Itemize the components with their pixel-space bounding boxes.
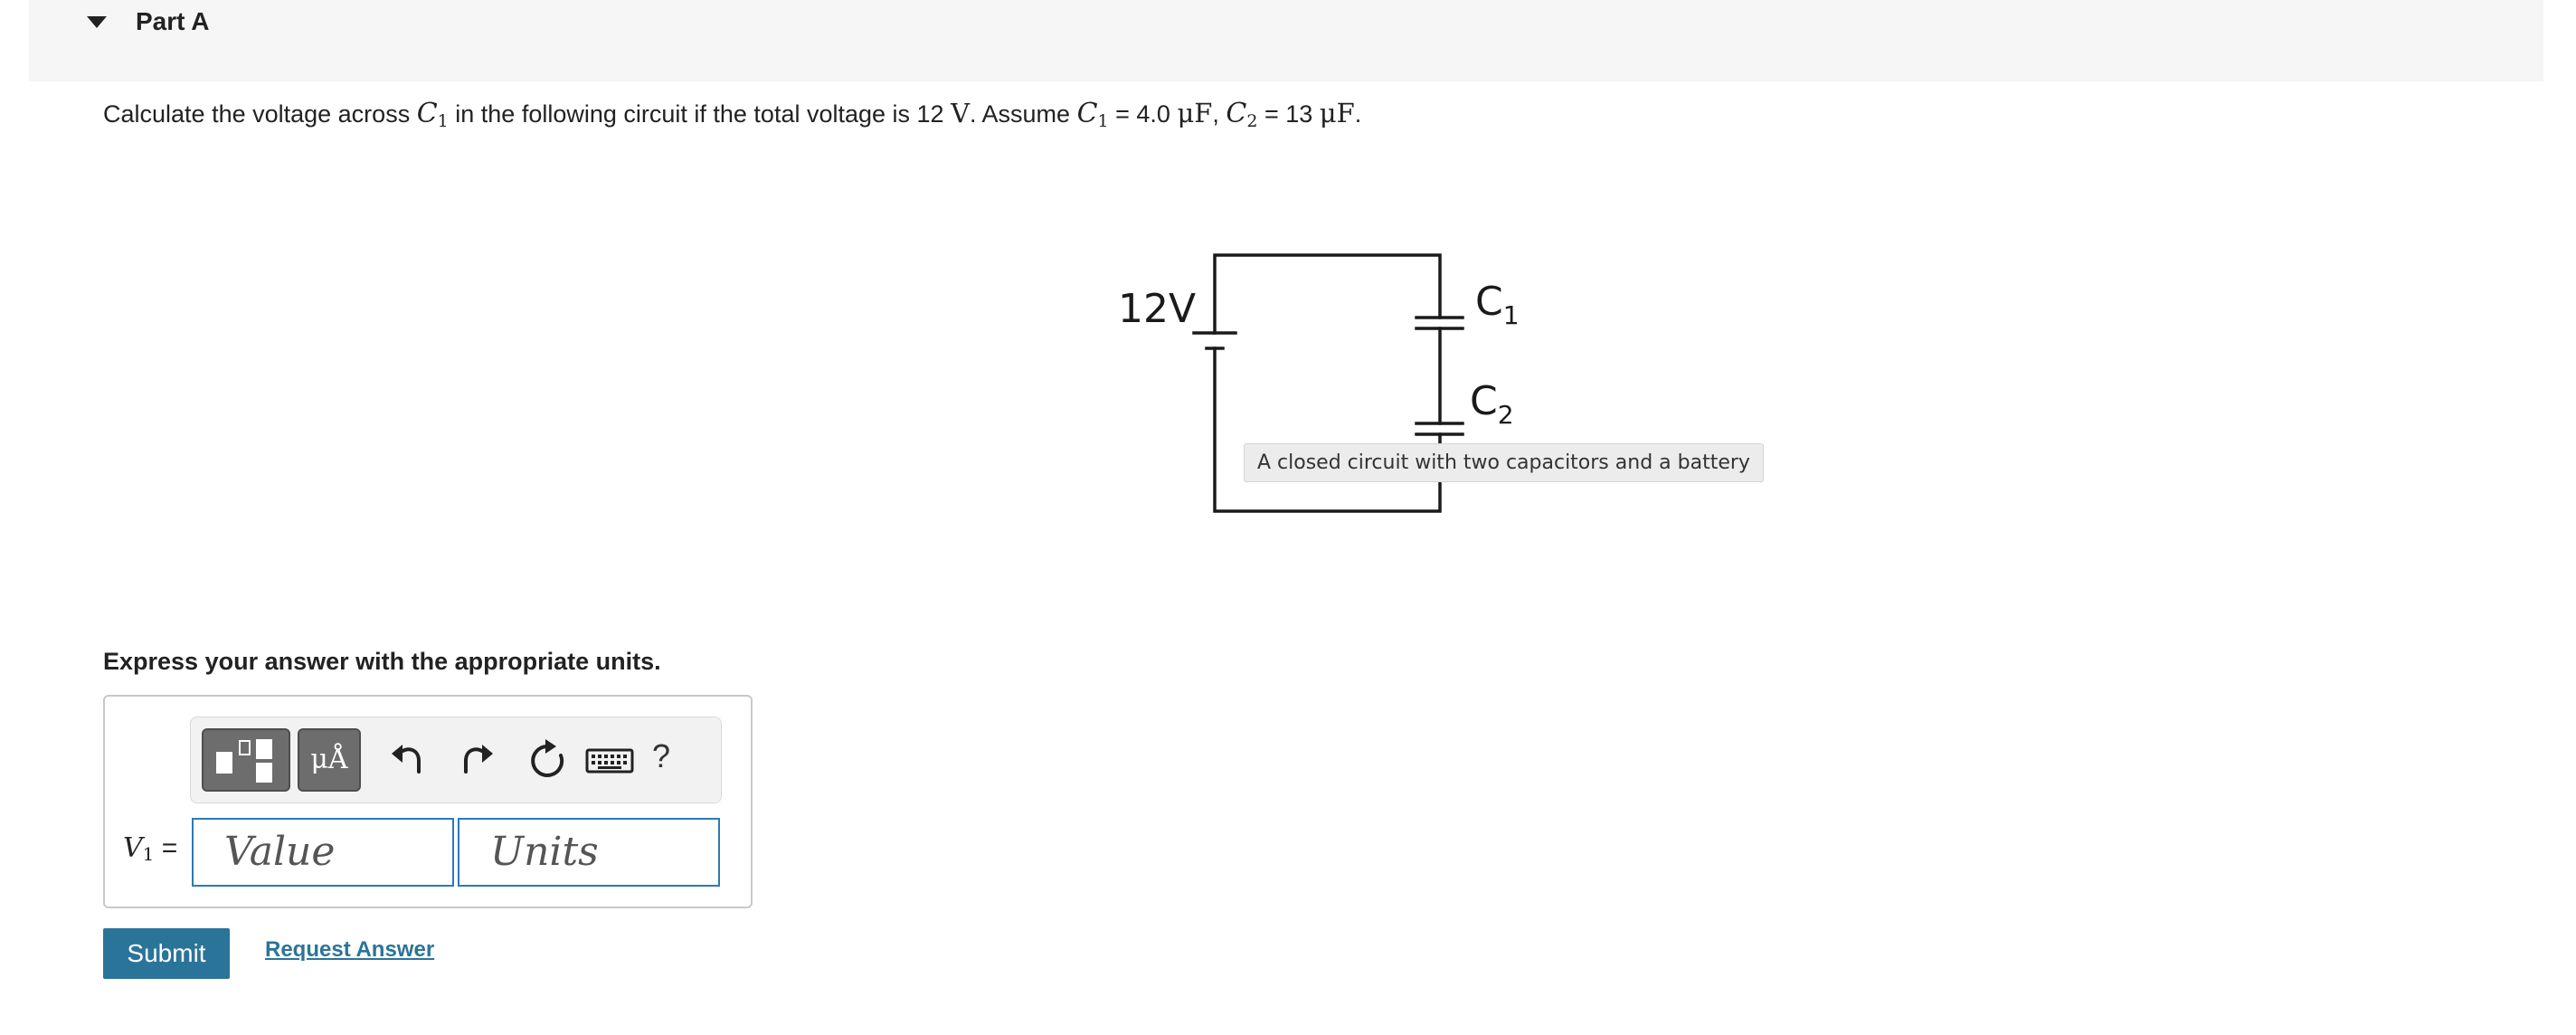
units-button[interactable]: μÅ bbox=[298, 728, 361, 792]
battery-label: 12V bbox=[1118, 286, 1197, 332]
uf-unit-1: μF bbox=[1177, 98, 1213, 128]
c2-label: C2 bbox=[1470, 378, 1514, 430]
circuit-figure: 12V C1 C2 A closed circuit with two capa… bbox=[1067, 217, 1773, 543]
undo-icon[interactable] bbox=[383, 736, 433, 786]
keyboard-icon[interactable] bbox=[582, 736, 638, 786]
page: Part A Calculate the voltage across C1 i… bbox=[0, 0, 2576, 1035]
circuit-diagram bbox=[1192, 253, 1464, 513]
c1-label: C1 bbox=[1475, 279, 1520, 330]
question-comma: , bbox=[1212, 100, 1226, 128]
value-input[interactable]: Value bbox=[192, 818, 454, 887]
reset-icon[interactable] bbox=[522, 736, 573, 786]
uf-unit-2: μF bbox=[1319, 98, 1355, 128]
question-text: Calculate the voltage across C1 in the f… bbox=[103, 98, 1361, 131]
volt-unit: V bbox=[951, 98, 971, 128]
question-assume: . Assume bbox=[970, 100, 1077, 128]
redo-icon[interactable] bbox=[451, 736, 502, 786]
question-prefix: Calculate the voltage across bbox=[103, 100, 417, 128]
wire-top bbox=[1213, 253, 1442, 335]
units-input[interactable]: Units bbox=[458, 818, 720, 887]
part-header[interactable]: Part A bbox=[29, 0, 2543, 81]
request-answer-link[interactable]: Request Answer bbox=[265, 937, 434, 963]
templates-button[interactable] bbox=[202, 728, 290, 792]
help-button[interactable]: ? bbox=[652, 737, 670, 775]
wire-bottom bbox=[1213, 347, 1442, 513]
c2-value: = 13 bbox=[1257, 100, 1320, 128]
question-period: . bbox=[1354, 100, 1362, 128]
instructions: Express your answer with the appropriate… bbox=[103, 648, 661, 675]
templates-icon bbox=[216, 739, 272, 783]
variable-label: V1 = bbox=[123, 832, 178, 865]
submit-button[interactable]: Submit bbox=[103, 928, 230, 979]
question-middle: in the following circuit if the total vo… bbox=[448, 100, 952, 128]
math-toolbar: μÅ ? bbox=[190, 717, 722, 803]
c1-symbol: C1 bbox=[416, 98, 449, 131]
part-title: Part A bbox=[136, 7, 210, 35]
c1-value: = 4.0 bbox=[1108, 100, 1178, 128]
figure-tooltip: A closed circuit with two capacitors and… bbox=[1244, 443, 1764, 482]
c2-symbol: C2 bbox=[1226, 98, 1258, 131]
answer-box: μÅ ? V1 = Value Units bbox=[103, 695, 753, 908]
c1-symbol-2: C1 bbox=[1076, 98, 1109, 131]
collapse-caret-icon[interactable] bbox=[87, 16, 107, 28]
